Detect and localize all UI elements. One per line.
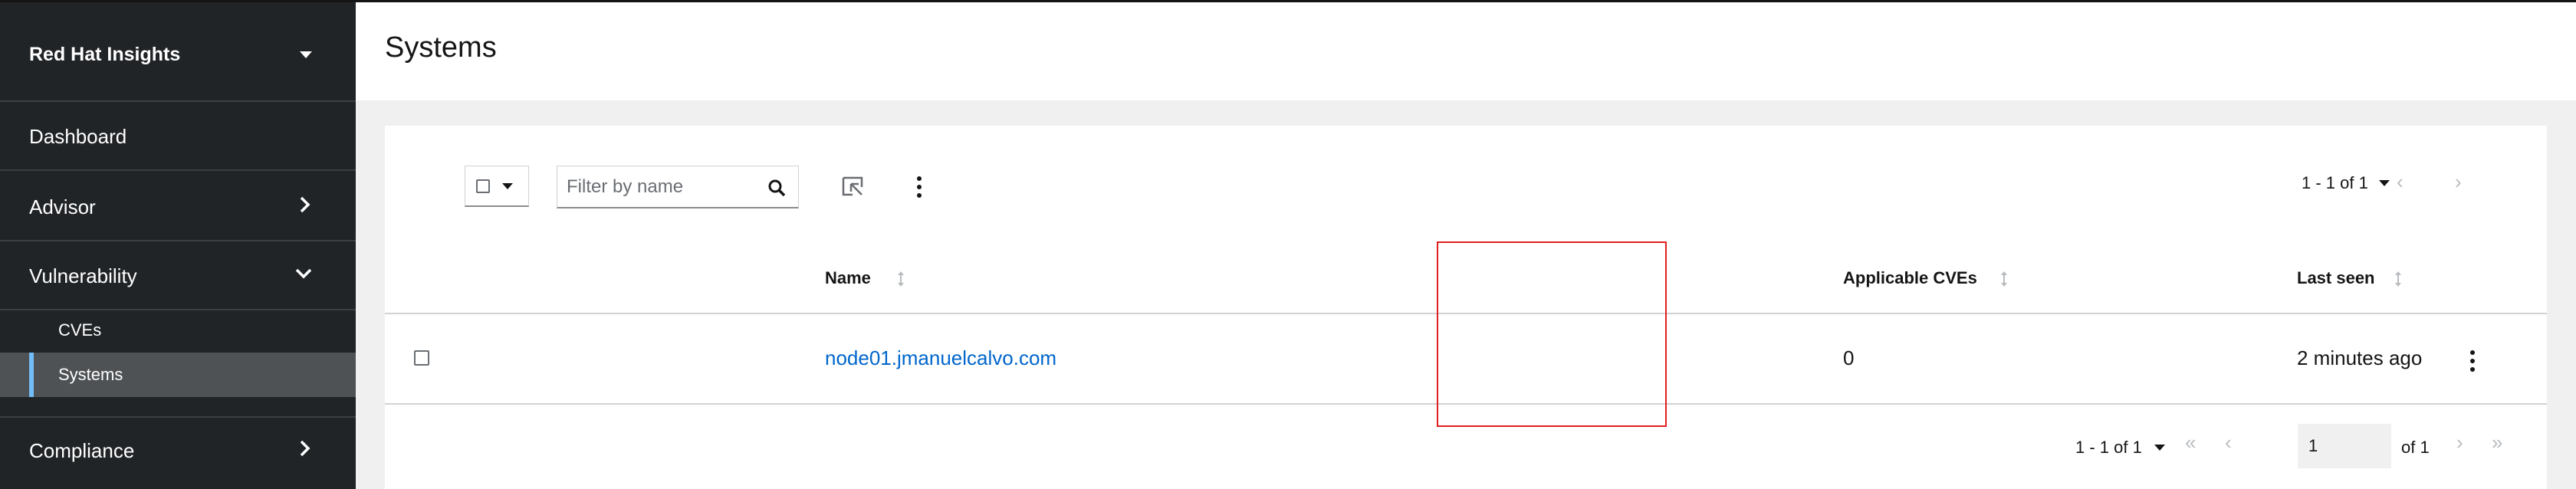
caret-down-icon [2154, 445, 2165, 451]
main-content: Systems 1 - 1 of 1 ‹ › Name [356, 2, 2576, 489]
pagination-top-label: 1 - 1 of 1 [2302, 173, 2368, 192]
systems-table-card: 1 - 1 of 1 ‹ › Name Applicable CVEs Last… [385, 126, 2547, 489]
pagination-bottom-toggle[interactable]: 1 - 1 of 1 [2075, 438, 2165, 458]
sort-icon[interactable] [2393, 270, 2404, 288]
page-title: Systems [385, 31, 497, 64]
sidebar-item-advisor[interactable]: Advisor [0, 172, 356, 241]
applicable-cves-value: 0 [1843, 346, 1855, 369]
current-page-input[interactable] [2298, 424, 2391, 468]
column-header-applicable-cves[interactable]: Applicable CVEs [1843, 268, 1977, 288]
caret-down-icon [2378, 180, 2390, 186]
chevron-down-icon [295, 268, 312, 279]
sidebar-item-label: Vulnerability [29, 264, 137, 287]
search-input[interactable] [567, 174, 751, 200]
last-seen-value: 2 minutes ago [2297, 346, 2423, 369]
app-switcher[interactable]: Red Hat Insights [0, 2, 356, 102]
first-page-icon[interactable]: « [2185, 431, 2196, 455]
sidebar-item-dashboard[interactable]: Dashboard [0, 102, 356, 171]
search-field [557, 166, 799, 208]
last-page-icon[interactable]: » [2492, 431, 2502, 455]
header-divider [385, 313, 2547, 314]
sidebar-subitem-cves[interactable]: CVEs [0, 308, 356, 353]
sort-icon[interactable] [895, 270, 906, 288]
caret-down-icon [502, 183, 513, 189]
sidebar-subitem-label: CVEs [58, 320, 102, 340]
next-page-icon[interactable]: › [2456, 431, 2463, 455]
column-header-last-seen[interactable]: Last seen [2297, 268, 2375, 288]
pagination-top-toggle[interactable]: 1 - 1 of 1 [2302, 173, 2390, 193]
app-window: Red Hat Insights Dashboard Advisor Vulne… [0, 0, 2576, 489]
sort-icon[interactable] [1999, 270, 2009, 288]
sidebar-item-label: Compliance [29, 439, 135, 462]
page-header: Systems [356, 2, 2576, 100]
sidebar-item-label: Advisor [29, 195, 96, 218]
row-select-checkbox[interactable] [414, 350, 429, 366]
sidebar-item-label: Dashboard [29, 125, 127, 148]
bulk-select-checkbox[interactable] [476, 179, 490, 193]
previous-page-icon[interactable]: ‹ [2225, 431, 2232, 455]
app-switcher-label: Red Hat Insights [29, 44, 181, 65]
sidebar-subitem-label: Systems [58, 365, 123, 384]
pagination-bottom-label: 1 - 1 of 1 [2075, 438, 2142, 457]
toolbar-kebab-icon[interactable] [916, 176, 922, 199]
caret-down-icon [300, 51, 312, 58]
row-divider [385, 403, 2547, 405]
sidebar-subitem-systems[interactable]: Systems [0, 353, 356, 397]
bulk-select-dropdown[interactable] [465, 166, 529, 207]
system-name-link[interactable]: node01.jmanuelcalvo.com [825, 346, 1056, 370]
sidebar-item-compliance[interactable]: Compliance [0, 416, 356, 485]
column-header-name[interactable]: Name [825, 268, 871, 288]
sidebar-item-vulnerability[interactable]: Vulnerability [0, 241, 356, 310]
search-icon[interactable] [767, 179, 786, 197]
next-page-icon[interactable]: › [2455, 170, 2462, 194]
row-kebab-icon[interactable] [2469, 350, 2476, 373]
chevron-right-icon [300, 196, 310, 213]
page-count-label: of 1 [2401, 438, 2430, 457]
sidebar: Red Hat Insights Dashboard Advisor Vulne… [0, 2, 356, 489]
previous-page-icon[interactable]: ‹ [2397, 170, 2404, 194]
remediate-icon[interactable] [840, 173, 866, 199]
chevron-right-icon [300, 440, 310, 457]
